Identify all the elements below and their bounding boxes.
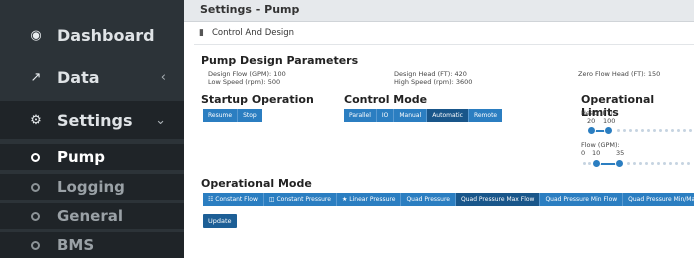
flow-max-handle[interactable] (615, 159, 624, 168)
low-speed: Low Speed (rpm): 500 (208, 78, 281, 86)
sidebar-item-label: Dashboard (57, 25, 155, 45)
sidebar-subitem-pump[interactable]: Pump (0, 144, 184, 170)
head-max-handle[interactable] (604, 126, 613, 135)
head-min-label: 20 (587, 117, 596, 125)
control-heading: Control Mode (344, 93, 428, 106)
manual-button[interactable]: Manual (394, 109, 428, 122)
update-button[interactable]: Update (203, 214, 237, 228)
high-speed: High Speed (rpm): 3600 (394, 78, 473, 86)
startup-heading: Startup Operation (201, 93, 314, 106)
linear-pressure-button[interactable]: ★ Linear Pressure (336, 193, 402, 206)
constant-flow-button[interactable]: ☷ Constant Flow (203, 193, 264, 206)
chevron-left-icon: ‹ (160, 69, 166, 85)
parallel-button[interactable]: Parallel (344, 109, 377, 122)
tachometer-icon: ◉ (30, 27, 42, 43)
sidebar-subitem-bms[interactable]: BMS (0, 232, 184, 258)
design-flow: Design Flow (GPM): 100 (208, 70, 286, 78)
circle-icon (31, 211, 40, 221)
design-head: Design Head (FT): 420 (394, 70, 467, 78)
zero-flow-head: Zero Flow Head (FT): 150 (578, 70, 661, 78)
main-content: Settings - Pump ▮ Control And Design Pum… (184, 0, 694, 243)
quad-pressure-min-max-flow-button[interactable]: Quad Pressure Min/Max Flow (623, 193, 694, 206)
panel-header: ▮ Control And Design (194, 24, 694, 45)
sliders-icon: ☷ (208, 196, 216, 203)
save-icon: ◫ (268, 196, 277, 203)
head-range-slider[interactable] (587, 126, 694, 135)
mode-heading: Operational Mode (201, 177, 312, 190)
flow-label: Flow (GPM): (581, 141, 620, 149)
head-label: Head (FT): (581, 109, 615, 117)
sidebar-subitem-general[interactable]: General (0, 203, 184, 229)
control-button-group: Parallel IO Manual Automatic Remote (344, 109, 503, 122)
panel-title: Control And Design (212, 28, 295, 38)
sidebar-item-settings[interactable]: ⚙ Settings ⌄ (0, 101, 184, 139)
sidebar-item-label: Data (57, 67, 100, 87)
automatic-button[interactable]: Automatic (427, 109, 469, 122)
sidebar-item-data[interactable]: ↗ Data ‹ (0, 64, 184, 90)
head-min-handle[interactable] (587, 126, 596, 135)
sidebar-item-label: Settings (57, 110, 133, 130)
star-icon: ★ (341, 196, 350, 203)
quad-pressure-button[interactable]: Quad Pressure (401, 193, 456, 206)
chevron-down-icon: ⌄ (155, 112, 166, 128)
circle-icon (31, 240, 40, 250)
io-button[interactable]: IO (376, 109, 395, 122)
sidebar-subitem-label: Logging (57, 178, 125, 196)
gear-icon: ⚙ (30, 112, 42, 128)
flow-max-label: 35 (616, 149, 625, 157)
sidebar-subitem-label: General (57, 207, 123, 225)
quad-pressure-min-flow-button[interactable]: Quad Pressure Min Flow (540, 193, 624, 206)
head-max-label: 100 (603, 117, 616, 125)
mode-button-group: ☷ Constant Flow ◫ Constant Pressure ★ Li… (203, 193, 694, 206)
external-link-icon: ↗ (30, 69, 42, 85)
sidebar-item-dashboard[interactable]: ◉ Dashboard (0, 22, 184, 48)
design-heading: Pump Design Parameters (201, 54, 359, 67)
sidebar: ◉ Dashboard ↗ Data ‹ ⚙ Settings ⌄ Pump L… (0, 0, 184, 258)
page-header: Settings - Pump (184, 0, 694, 22)
sidebar-subitem-label: BMS (57, 236, 95, 254)
page-title: Settings - Pump (200, 3, 300, 16)
sidebar-subitem-label: Pump (57, 148, 106, 166)
circle-icon (31, 182, 40, 192)
remote-button[interactable]: Remote (468, 109, 503, 122)
circle-icon (31, 152, 40, 162)
constant-pressure-button[interactable]: ◫ Constant Pressure (263, 193, 337, 206)
stop-button[interactable]: Stop (238, 109, 262, 122)
sidebar-subitem-logging[interactable]: Logging (0, 174, 184, 200)
flow-min-handle[interactable] (592, 159, 601, 168)
flow-range-slider[interactable] (581, 159, 694, 168)
quad-pressure-max-flow-button[interactable]: Quad Pressure Max Flow (456, 193, 541, 206)
flow-zero-label: 0 (581, 149, 586, 157)
resume-button[interactable]: Resume (203, 109, 239, 122)
flow-min-label: 10 (592, 149, 601, 157)
startup-button-group: Resume Stop (203, 109, 262, 122)
bar-chart-icon: ▮ (199, 28, 204, 38)
